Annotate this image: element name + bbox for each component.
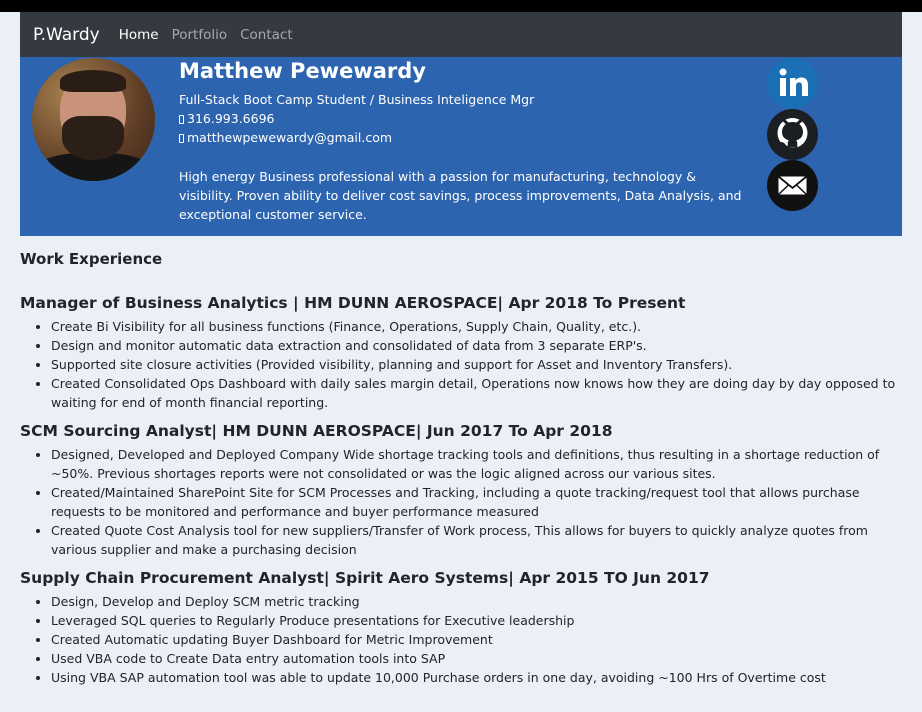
- mail-icon: [179, 134, 184, 143]
- nav-portfolio[interactable]: Portfolio: [172, 27, 228, 43]
- job-entry: Manager of Business Analytics | HM DUNN …: [20, 294, 902, 412]
- job-bullets: Designed, Developed and Deployed Company…: [20, 445, 902, 559]
- phone-text: 316.993.6696: [187, 111, 275, 126]
- profile-email: matthewpewewardy@gmail.com: [179, 130, 392, 145]
- navbar: P.Wardy Home Portfolio Contact: [20, 12, 902, 57]
- list-item: Design, Develop and Deploy SCM metric tr…: [51, 592, 902, 611]
- job-entry: Supply Chain Procurement Analyst| Spirit…: [20, 569, 902, 687]
- list-item: Created/Maintained SharePoint Site for S…: [51, 483, 902, 521]
- nav-contact[interactable]: Contact: [240, 27, 293, 43]
- profile-bio: High energy Business professional with a…: [179, 169, 742, 222]
- linkedin-icon[interactable]: [767, 58, 818, 109]
- list-item: Created Consolidated Ops Dashboard with …: [51, 374, 902, 412]
- list-item: Leveraged SQL queries to Regularly Produ…: [51, 611, 902, 630]
- work-experience-section: Work Experience Manager of Business Anal…: [20, 250, 902, 697]
- list-item: Design and monitor automatic data extrac…: [51, 336, 902, 355]
- email-text[interactable]: matthewpewewardy@gmail.com: [187, 130, 392, 145]
- list-item: Used VBA code to Create Data entry autom…: [51, 649, 902, 668]
- nav-home[interactable]: Home: [119, 27, 159, 43]
- email-icon[interactable]: [767, 160, 818, 211]
- list-item: Designed, Developed and Deployed Company…: [51, 445, 902, 483]
- job-title: Manager of Business Analytics | HM DUNN …: [20, 294, 686, 312]
- job-bullets: Create Bi Visibility for all business fu…: [20, 317, 902, 412]
- list-item: Create Bi Visibility for all business fu…: [51, 317, 902, 336]
- job-bullets: Design, Develop and Deploy SCM metric tr…: [20, 592, 902, 687]
- window-top-bar: [0, 0, 922, 12]
- profile-name: Matthew Pewewardy: [179, 59, 426, 83]
- avatar: [32, 58, 155, 181]
- list-item: Supported site closure activities (Provi…: [51, 355, 902, 374]
- job-title: SCM Sourcing Analyst| HM DUNN AEROSPACE|…: [20, 422, 613, 440]
- brand-link[interactable]: P.Wardy: [33, 25, 100, 45]
- profile-phone: 316.993.6696: [179, 111, 274, 126]
- list-item: Created Automatic updating Buyer Dashboa…: [51, 630, 902, 649]
- job-entry: SCM Sourcing Analyst| HM DUNN AEROSPACE|…: [20, 422, 902, 559]
- phone-icon: [179, 115, 184, 124]
- profile-tagline: Full-Stack Boot Camp Student / Business …: [179, 92, 535, 107]
- list-item: Created Quote Cost Analysis tool for new…: [51, 521, 902, 559]
- section-heading: Work Experience: [20, 250, 163, 268]
- profile-header: Matthew Pewewardy Full-Stack Boot Camp S…: [20, 57, 902, 236]
- job-title: Supply Chain Procurement Analyst| Spirit…: [20, 569, 710, 587]
- list-item: Using VBA SAP automation tool was able t…: [51, 668, 902, 687]
- github-icon[interactable]: [767, 109, 818, 160]
